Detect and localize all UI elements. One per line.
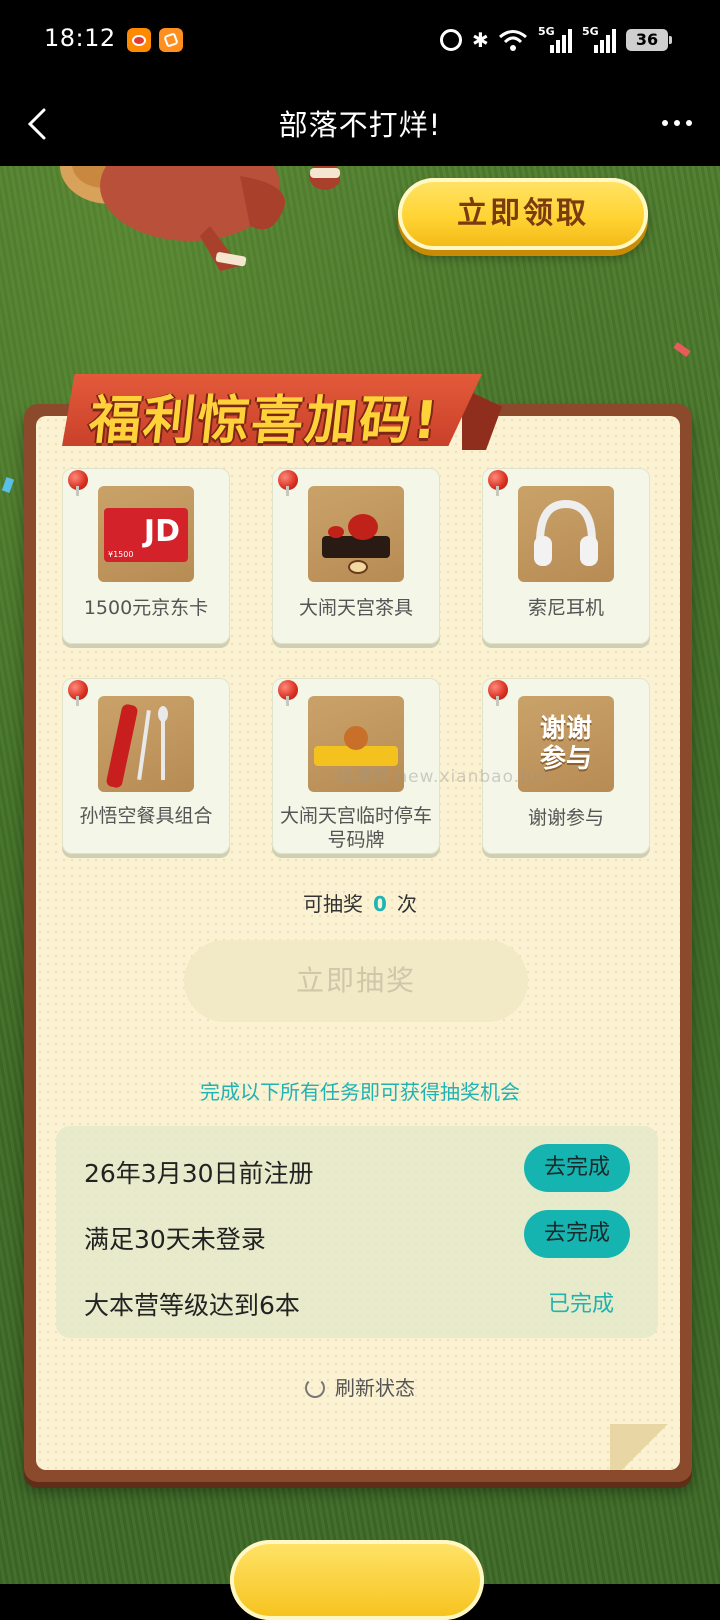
draw-count-prefix: 可抽奖 (303, 892, 364, 916)
draw-count-suffix: 次 (396, 892, 417, 916)
go-complete-button[interactable]: 去完成 (524, 1144, 630, 1192)
panel-title-ribbon: 福利惊喜加码! (62, 364, 502, 456)
nav-bar: 部落不打烊! (0, 82, 720, 166)
refresh-status-button[interactable]: 刷新状态 (0, 1372, 720, 1401)
weibo-notification-icon (127, 28, 151, 52)
signal-5g-icon: 5G (538, 25, 572, 53)
draw-count: 可抽奖 0 次 (0, 888, 720, 917)
task-hint: 完成以下所有任务即可获得抽奖机会 (200, 1080, 520, 1104)
pin-icon (488, 680, 508, 706)
signal-5g-icon-2: 5G (582, 25, 616, 53)
cutlery-image (98, 696, 194, 792)
status-icons: ✱ 5G 5G 36 (440, 24, 672, 56)
task-completed-status: 已完成 (547, 1292, 614, 1317)
task-row: 26年3月30日前注册 去完成 (84, 1144, 630, 1196)
prize-card-cutlery: 孙悟空餐具组合 (62, 678, 230, 854)
prize-label: 大闹天宫临时停车号码牌 (280, 805, 433, 851)
prize-label: 大闹天宫茶具 (298, 597, 413, 619)
refresh-label: 刷新状态 (335, 1376, 415, 1400)
prize-label: 1500元京东卡 (83, 597, 209, 619)
headphones-icon (534, 499, 598, 566)
more-options-icon[interactable] (662, 112, 698, 134)
pin-icon (278, 680, 298, 706)
app-notification-icon (159, 28, 183, 52)
status-time: 18:12 (44, 24, 116, 52)
task-label: 满足30天未登录 (84, 1225, 266, 1254)
claim-now-button[interactable]: 立即领取 (398, 178, 648, 250)
alarm-icon (440, 29, 462, 51)
task-list: 26年3月30日前注册 去完成 满足30天未登录 去完成 大本营等级达到6本 已… (56, 1126, 658, 1338)
panel-title: 福利惊喜加码! (86, 391, 443, 451)
bluetooth-icon: ✱ (472, 28, 489, 52)
headphones-image (518, 486, 614, 582)
task-label: 大本营等级达到6本 (84, 1291, 300, 1320)
go-complete-button[interactable]: 去完成 (524, 1210, 630, 1258)
refresh-icon (305, 1378, 325, 1398)
prize-label: 谢谢参与 (527, 807, 604, 829)
task-label: 26年3月30日前注册 (84, 1159, 314, 1188)
task-row: 满足30天未登录 去完成 (84, 1210, 630, 1262)
pin-icon (68, 680, 88, 706)
watermark: 线报酷 new.xianbao.fun (336, 767, 551, 787)
tea-set-image (308, 486, 404, 582)
jd-card-logo: JD (143, 514, 180, 549)
wifi-icon (499, 30, 527, 51)
prize-label: 索尼耳机 (527, 597, 604, 619)
page-title: 部落不打烊! (278, 108, 442, 142)
pin-icon (278, 470, 298, 496)
battery-icon: 36 (626, 29, 672, 51)
jd-card-value: ¥1500 (108, 550, 134, 559)
prize-card-headphones: 索尼耳机 (482, 468, 650, 644)
prize-card-jd-card: JD ¥1500 1500元京东卡 (62, 468, 230, 644)
pin-icon (68, 470, 88, 496)
task-row: 大本营等级达到6本 已完成 (84, 1276, 630, 1328)
prize-card-tea-set: 大闹天宫茶具 (272, 468, 440, 644)
confetti-decoration (673, 342, 691, 357)
draw-now-button[interactable]: 立即抽奖 (184, 940, 528, 1022)
pin-icon (488, 470, 508, 496)
page-curl-decoration (610, 1424, 680, 1470)
jd-card-image: JD ¥1500 (98, 486, 194, 582)
confetti-decoration (1, 477, 15, 493)
draw-count-number: 0 (373, 892, 387, 916)
mascot-illustration (60, 166, 340, 271)
prize-label: 孙悟空餐具组合 (79, 805, 213, 827)
bottom-yellow-button[interactable] (230, 1540, 484, 1620)
status-bar: 18:12 ✱ 5G 5G 36 (0, 0, 720, 82)
